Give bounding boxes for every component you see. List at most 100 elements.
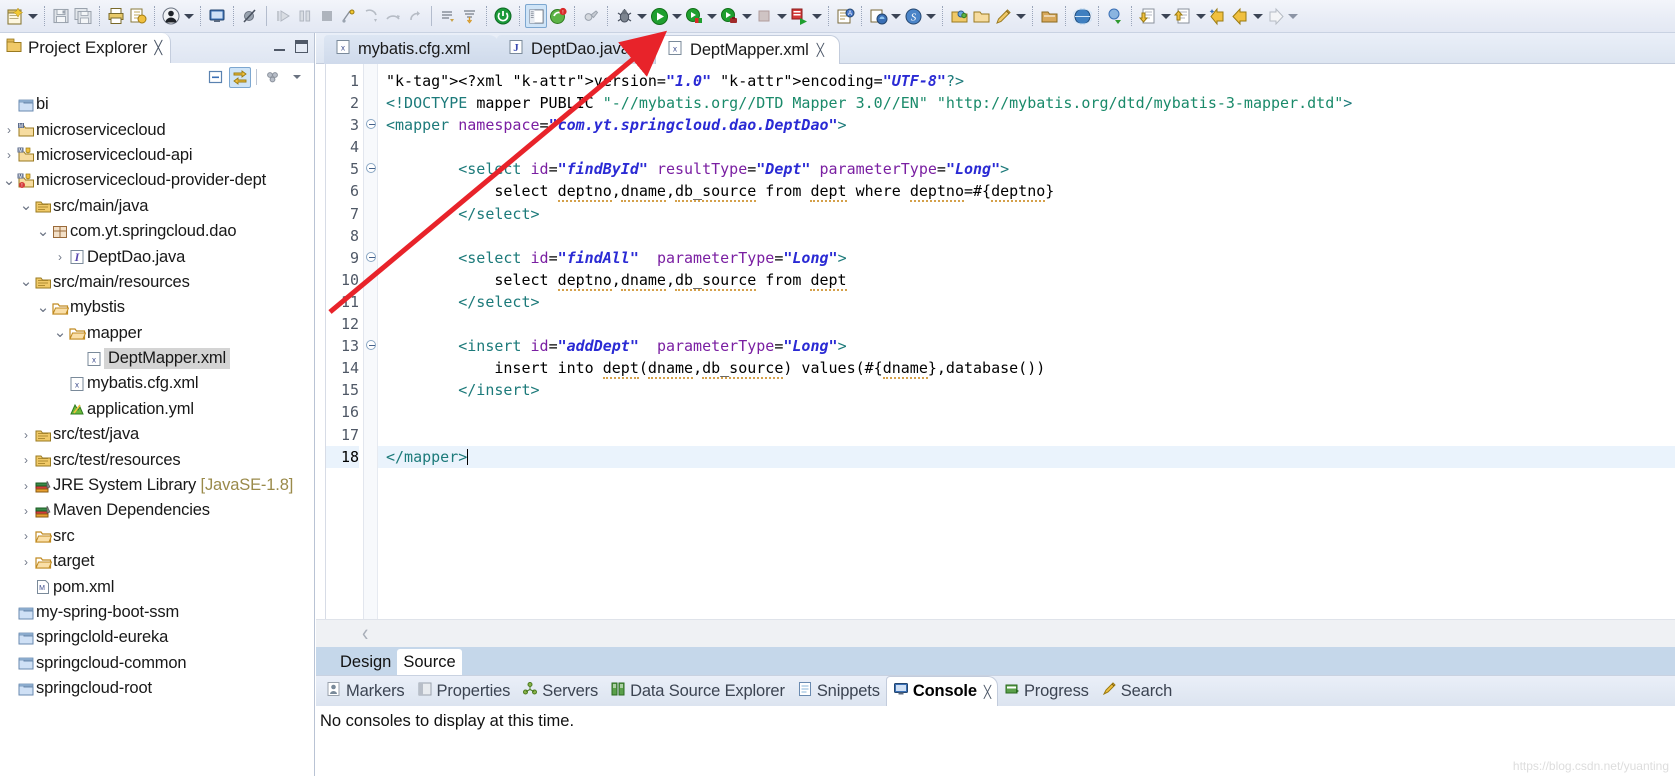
forward-arrow-icon[interactable]	[1264, 4, 1286, 28]
tab-source[interactable]: Source	[397, 649, 462, 675]
tree-item-target[interactable]: › target	[0, 549, 315, 574]
external-tools-icon[interactable]	[580, 4, 602, 28]
sync-icon[interactable]	[1104, 4, 1126, 28]
editor-tab-deptdao-java[interactable]: J DeptDao.java	[497, 35, 657, 64]
bottom-tab-console[interactable]: Console ╳	[885, 676, 998, 706]
close-icon[interactable]: ╳	[154, 40, 162, 56]
tree-item-pom-xml[interactable]: Mpom.xml	[0, 574, 315, 599]
user-icon[interactable]	[160, 4, 182, 28]
code-line[interactable]: "k-tag"><?xml "k-attr">version="1.0" "k-…	[378, 70, 1675, 92]
step-into-icon[interactable]	[360, 4, 382, 28]
fold-marker[interactable]	[364, 180, 377, 202]
tree-item-mybstis[interactable]: ⌄ mybstis	[0, 295, 315, 320]
chevron-left-icon[interactable]: ‹	[362, 620, 368, 648]
previous-annotation-icon[interactable]	[1137, 4, 1159, 28]
tree-item-maven-dependencies[interactable]: › Maven Dependencies	[0, 498, 315, 523]
spring-boot-icon[interactable]: !	[547, 4, 569, 28]
new-java-class-icon[interactable]: A	[834, 4, 856, 28]
code-line[interactable]	[378, 313, 1675, 335]
tree-item-microservicecloud-provider-dept[interactable]: ⌄ M! microservicecloud-provider-dept	[0, 168, 315, 193]
chevron-down-icon[interactable]	[740, 4, 753, 28]
chevron-right-icon[interactable]: ›	[19, 428, 33, 442]
power-icon[interactable]	[492, 4, 514, 28]
fold-marker[interactable]	[364, 424, 377, 446]
code-line[interactable]	[378, 424, 1675, 446]
code-line[interactable]: <insert id="addDept" parameterType="Long…	[378, 335, 1675, 357]
code-line[interactable]: </insert>	[378, 379, 1675, 401]
run-on-server-icon[interactable]	[788, 4, 810, 28]
code-line[interactable]: select deptno,dname,db_source from dept …	[378, 180, 1675, 203]
toggle-breadcrumb-icon[interactable]	[525, 4, 547, 28]
fold-marker[interactable]	[364, 269, 377, 291]
tree-item-springclold-eureka[interactable]: springclold-eureka	[0, 625, 315, 650]
open-type-icon[interactable]	[948, 4, 970, 28]
open-task-icon[interactable]	[1038, 4, 1060, 28]
chevron-down-icon[interactable]: ⌄	[36, 224, 50, 239]
code-line[interactable]	[378, 401, 1675, 423]
code-line[interactable]	[378, 225, 1675, 247]
tree-item-microservicecloud[interactable]: › Mmicroservicecloud	[0, 117, 315, 142]
close-icon[interactable]: ╳	[817, 43, 824, 57]
fold-marker[interactable]	[364, 291, 377, 313]
suspend-icon[interactable]	[294, 4, 316, 28]
step-return-icon[interactable]	[404, 4, 426, 28]
chevron-down-icon[interactable]	[182, 4, 195, 28]
tree-item-springcloud-root[interactable]: springcloud-root	[0, 676, 315, 701]
chevron-down-icon[interactable]: ⌄	[2, 173, 16, 188]
back-arrow-icon[interactable]	[1229, 4, 1251, 28]
chevron-down-icon[interactable]: ⌄	[19, 198, 33, 213]
code-line[interactable]: </select>	[378, 291, 1675, 313]
minimize-icon[interactable]	[273, 40, 286, 53]
resume-icon[interactable]	[272, 4, 294, 28]
tree-item-jre-system-library[interactable]: › JRE System Library [JavaSE-1.8]	[0, 473, 315, 498]
chevron-right-icon[interactable]: ›	[53, 250, 67, 264]
code-line[interactable]: <select id="findAll" parameterType="Long…	[378, 247, 1675, 269]
tree-item-application-yml[interactable]: application.yml	[0, 397, 315, 422]
tree-item-microservicecloud-api[interactable]: › Mmicroservicecloud-api	[0, 143, 315, 168]
chevron-down-icon[interactable]: ⌄	[53, 325, 67, 340]
tree-item-src-test-java[interactable]: › src/test/java	[0, 422, 315, 447]
fold-marker[interactable]	[364, 203, 377, 225]
chevron-down-icon[interactable]	[1194, 4, 1207, 28]
chevron-down-icon[interactable]	[635, 4, 648, 28]
chevron-down-icon[interactable]	[1251, 4, 1264, 28]
fold-marker[interactable]	[364, 335, 377, 357]
chevron-right-icon[interactable]: ›	[2, 148, 16, 162]
chevron-down-icon[interactable]: ⌄	[36, 300, 50, 315]
bottom-tab-markers[interactable]: Markers	[320, 676, 411, 706]
step-over-icon[interactable]	[382, 4, 404, 28]
code-text[interactable]: "k-tag"><?xml "k-attr">version="1.0" "k-…	[378, 64, 1675, 619]
code-line[interactable]: </mapper>	[378, 445, 1675, 468]
console-icon[interactable]	[206, 4, 228, 28]
tree-item-mybatis-cfg-xml[interactable]: x mybatis.cfg.xml	[0, 371, 315, 396]
new-project-icon[interactable]: S	[902, 4, 924, 28]
code-line[interactable]	[378, 136, 1675, 158]
fold-marker[interactable]	[364, 225, 377, 247]
close-icon[interactable]: ╳	[984, 685, 991, 699]
maximize-icon[interactable]	[295, 40, 308, 53]
chevron-down-icon[interactable]	[889, 4, 902, 28]
bottom-tab-data-source-explorer[interactable]: Data Source Explorer	[604, 676, 791, 706]
editor-tab-deptmapper-xml[interactable]: x DeptMapper.xml ╳	[655, 35, 840, 64]
tab-project-explorer[interactable]: Project Explorer ╳	[0, 33, 172, 63]
code-line[interactable]: insert into dept(dname,db_source) values…	[378, 357, 1675, 380]
bottom-tab-progress[interactable]: Progress	[998, 676, 1095, 706]
fold-marker[interactable]	[364, 379, 377, 401]
chevron-down-icon[interactable]	[924, 4, 937, 28]
chevron-right-icon[interactable]: ›	[2, 123, 16, 137]
xml-transform-icon[interactable]	[127, 4, 149, 28]
fold-marker[interactable]	[364, 247, 377, 269]
code-line[interactable]: <!DOCTYPE mapper PUBLIC "-//mybatis.org/…	[378, 92, 1675, 114]
chevron-right-icon[interactable]: ›	[19, 555, 33, 569]
chevron-down-icon[interactable]	[1159, 4, 1172, 28]
code-line[interactable]: <mapper namespace="com.yt.springcloud.da…	[378, 114, 1675, 136]
fold-marker[interactable]	[364, 136, 377, 158]
bottom-tab-snippets[interactable]: Snippets	[791, 676, 886, 706]
tree-item-src-main-resources[interactable]: ⌄ src/main/resources	[0, 270, 315, 295]
chevron-down-icon[interactable]	[775, 4, 788, 28]
chevron-down-icon[interactable]	[26, 4, 39, 28]
tree-item-deptmapper-xml[interactable]: x DeptMapper.xml	[0, 346, 315, 371]
fold-marker[interactable]	[364, 401, 377, 423]
code-folding-ruler[interactable]	[364, 64, 378, 619]
tree-item-mapper[interactable]: ⌄ mapper	[0, 321, 315, 346]
